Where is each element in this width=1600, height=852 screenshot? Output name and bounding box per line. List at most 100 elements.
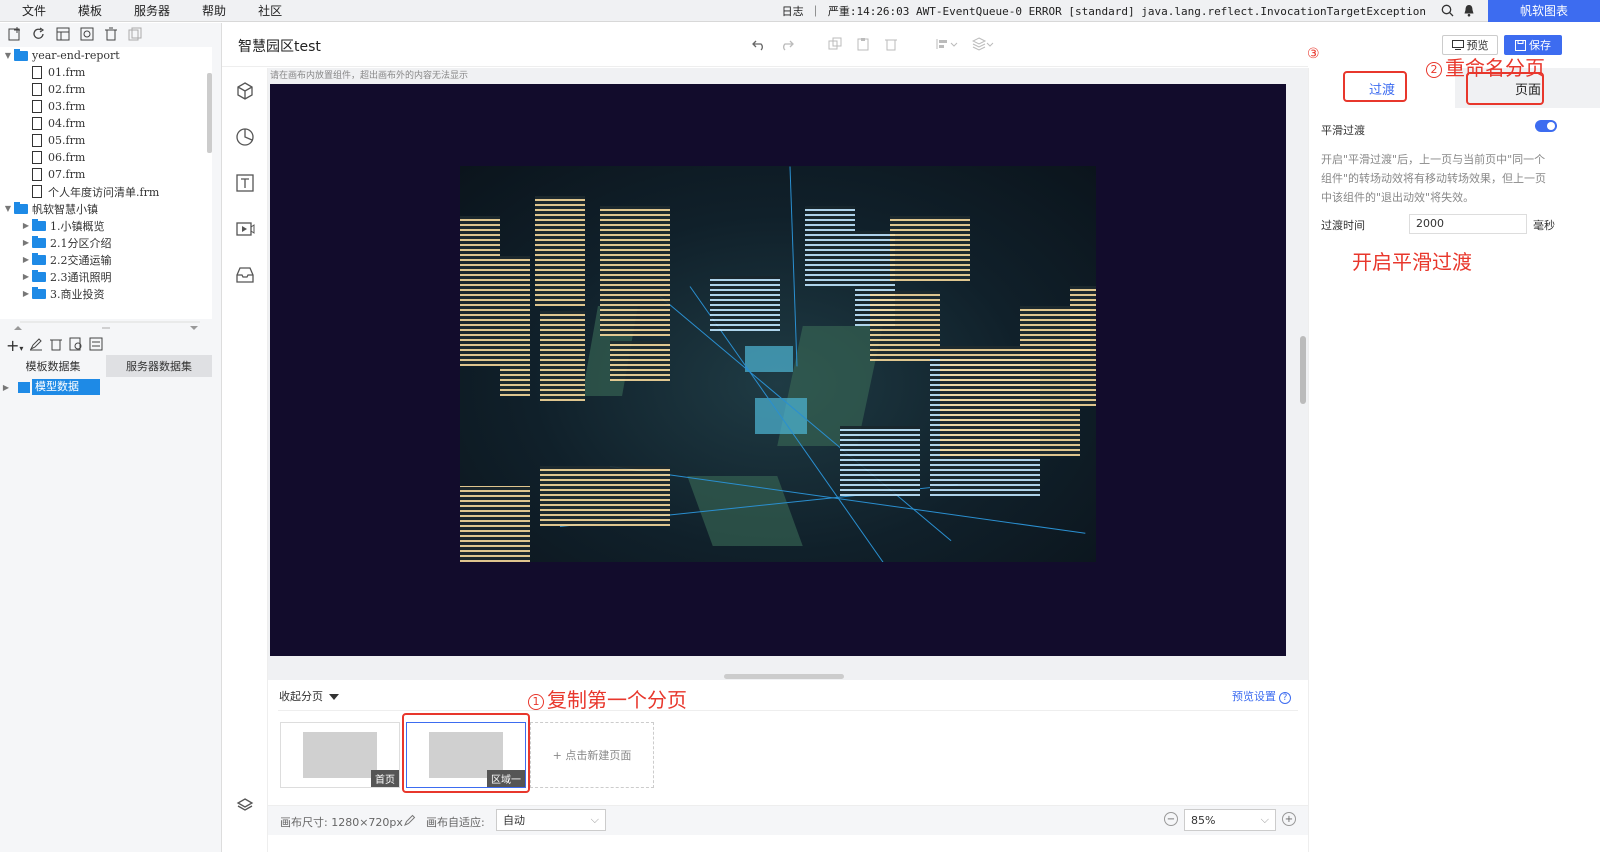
new-page-button[interactable]: + 点击新建页面 [530, 722, 654, 788]
page-thumb-home[interactable]: 首页 [280, 722, 400, 788]
layers-icon[interactable] [222, 782, 268, 828]
3d-model-icon[interactable] [222, 68, 268, 114]
log-message[interactable]: 日志 ｜ 严重:14:26:03 AWT-EventQueue-0 ERROR … [782, 3, 1426, 19]
canvas-adapt-label: 画布自适应: [426, 816, 485, 829]
expanded-arrow-icon[interactable]: ▼ [2, 51, 14, 60]
tree-folder[interactable]: ▶ 2.2交通运输 [0, 251, 212, 268]
tree-scrollbar[interactable] [207, 73, 212, 153]
tree-file[interactable]: 03.frm [0, 98, 212, 115]
container-icon[interactable] [222, 252, 268, 298]
collapse-pages-button[interactable]: 收起分页 [279, 688, 339, 704]
tab-template-dataset[interactable]: 模板数据集 [0, 355, 106, 377]
align-icon[interactable] [936, 37, 958, 54]
collapsed-arrow-icon[interactable]: ▶ [20, 221, 32, 230]
text-icon[interactable] [222, 160, 268, 206]
tree-folder[interactable]: ▶ 2.3通讯照明 [0, 268, 212, 285]
zoom-in-icon[interactable]: + [1282, 812, 1296, 826]
search-icon[interactable] [1436, 0, 1458, 22]
property-panel: 过渡 页面 平滑过渡 开启"平滑过渡"后，上一页与当前页中"同一个组件"的转场动… [1308, 68, 1600, 852]
canvas[interactable] [270, 84, 1286, 656]
edit-icon[interactable] [29, 337, 43, 354]
file-icon [32, 66, 42, 79]
tree-folder[interactable]: ▶ 3.商业投资 [0, 285, 212, 302]
tree-folder[interactable]: ▼ 帆软智慧小镇 [0, 200, 212, 217]
adapt-select-value: 自动 [503, 814, 525, 827]
edit-size-icon[interactable] [404, 814, 416, 829]
canvas-hscrollbar[interactable] [724, 674, 844, 679]
expanded-arrow-icon[interactable]: ▼ [2, 204, 14, 213]
chart-icon[interactable] [222, 114, 268, 160]
dataset-item[interactable]: ▶ 模型数据 [0, 378, 100, 396]
menu-server[interactable]: 服务器 [124, 2, 180, 19]
new-file-icon[interactable] [6, 25, 24, 43]
duration-input[interactable]: 2000 [1409, 214, 1527, 234]
file-icon [32, 134, 42, 147]
refresh-icon[interactable] [30, 25, 48, 43]
menu-file[interactable]: 文件 [12, 2, 56, 19]
file-icon [32, 83, 42, 96]
tree-folder[interactable]: ▼ year-end-report [0, 47, 212, 64]
tree-file[interactable]: 04.frm [0, 115, 212, 132]
copy-icon[interactable] [126, 25, 144, 43]
delete-dataset-icon[interactable] [49, 337, 63, 354]
template-icon[interactable] [54, 25, 72, 43]
redo-icon[interactable] [780, 37, 794, 54]
menubar-right: 日志 ｜ 严重:14:26:03 AWT-EventQueue-0 ERROR … [782, 0, 1600, 22]
collapse-pages-label: 收起分页 [279, 690, 323, 703]
tree-file[interactable]: 个人年度访问清单.frm [0, 183, 212, 200]
canvas-size-label: 画布尺寸: 1280×720px [280, 816, 403, 829]
preview-label: 预览 [1466, 39, 1489, 52]
zoom-out-icon[interactable]: − [1164, 812, 1178, 826]
tree-item-label: 05.frm [48, 134, 86, 147]
smooth-transition-label: 平滑过渡 [1321, 124, 1365, 137]
preview-dataset-icon[interactable] [69, 337, 83, 354]
delete-icon[interactable] [102, 25, 120, 43]
collapsed-arrow-icon[interactable]: ▶ [20, 272, 32, 281]
edit-toolbar [752, 37, 994, 54]
paste-icon[interactable] [856, 37, 870, 54]
collapsed-arrow-icon[interactable]: ▶ [20, 289, 32, 298]
city-3d-scene[interactable] [460, 166, 1096, 562]
param-icon[interactable] [89, 337, 103, 354]
tree-item-label: 帆软智慧小镇 [32, 202, 98, 216]
tree-file[interactable]: 01.frm [0, 64, 212, 81]
canvas-footer: 画布尺寸: 1280×720px 画布自适应: 自动 ⌵ − 85% ⌵ + [268, 805, 1308, 835]
tree-file[interactable]: 07.frm [0, 166, 212, 183]
layer-order-icon[interactable] [971, 37, 994, 54]
divider [278, 710, 1298, 711]
undo-icon[interactable] [752, 37, 766, 54]
collapsed-arrow-icon[interactable]: ▶ [20, 255, 32, 264]
tree-file[interactable]: 05.frm [0, 132, 212, 149]
locate-icon[interactable] [78, 25, 96, 43]
menu-help[interactable]: 帮助 [192, 2, 236, 19]
menu-template[interactable]: 模板 [68, 2, 112, 19]
tab-server-dataset[interactable]: 服务器数据集 [106, 355, 212, 377]
copy-component-icon[interactable] [828, 37, 842, 54]
bell-icon[interactable] [1458, 0, 1480, 22]
zoom-select[interactable]: 85% ⌵ [1184, 809, 1276, 831]
file-tree: ▼ year-end-report 01.frm 02.frm 03.frm 04.frm… [0, 47, 212, 319]
adapt-select[interactable]: 自动 ⌵ [496, 809, 606, 831]
template-title: 智慧园区test [238, 39, 321, 55]
brand-button[interactable]: 帆软图表 [1488, 0, 1600, 22]
media-icon[interactable] [222, 206, 268, 252]
tree-file[interactable]: 06.frm [0, 149, 212, 166]
panel-divider[interactable] [0, 321, 212, 335]
thumb-preview [303, 732, 377, 778]
expand-arrow-icon[interactable]: ▶ [0, 383, 12, 392]
page-thumb-label: 首页 [371, 770, 399, 787]
folder-icon [14, 201, 28, 214]
tree-file[interactable]: 02.frm [0, 81, 212, 98]
tree-folder[interactable]: ▶ 1.小镇概览 [0, 217, 212, 234]
collapsed-arrow-icon[interactable]: ▶ [20, 238, 32, 247]
smooth-transition-toggle[interactable] [1535, 120, 1557, 132]
canvas-vscrollbar[interactable] [1300, 336, 1306, 404]
component-sidebar [222, 68, 268, 852]
tree-folder[interactable]: ▶ 2.1分区介绍 [0, 234, 212, 251]
add-dataset-icon[interactable]: +▾ [6, 336, 23, 355]
trash-icon[interactable] [884, 37, 898, 54]
menu-community[interactable]: 社区 [248, 2, 292, 19]
preview-settings-link[interactable]: 预览设置? [1232, 688, 1291, 704]
tree-item-label: year-end-report [32, 49, 120, 62]
menu-bar: 文件 模板 服务器 帮助 社区 日志 ｜ 严重:14:26:03 AWT-Eve… [0, 0, 1600, 22]
